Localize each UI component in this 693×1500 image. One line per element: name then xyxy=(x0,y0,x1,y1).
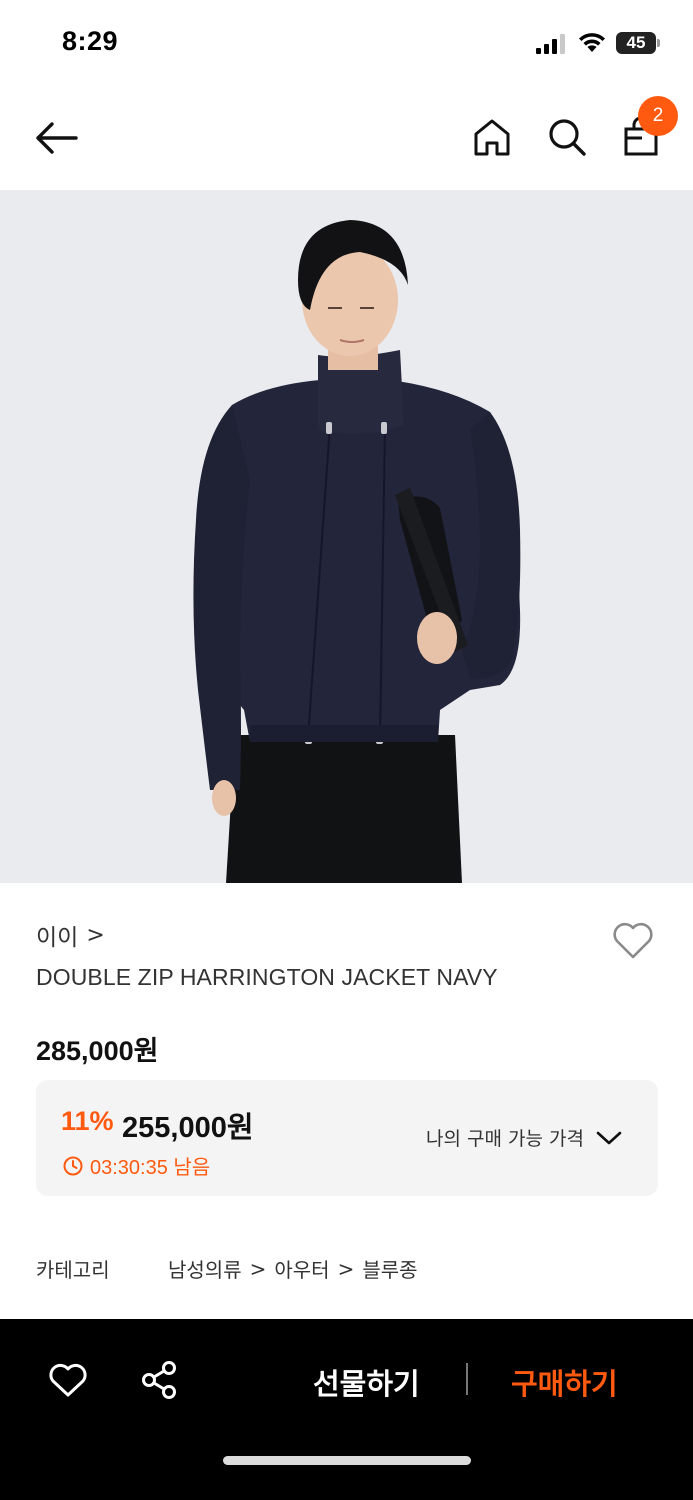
cart-count-badge: 2 xyxy=(638,96,678,136)
search-icon[interactable] xyxy=(546,116,588,158)
chevron-right-icon: > xyxy=(86,922,105,948)
top-nav: 2 xyxy=(0,88,693,190)
share-icon[interactable] xyxy=(138,1359,180,1401)
sale-price: 255,000원 xyxy=(122,1112,254,1144)
my-price-label: 나의 구매 가능 가격 xyxy=(426,1128,584,1150)
category-label: 카테고리 xyxy=(36,1258,110,1282)
product-photo-illustration xyxy=(0,190,693,883)
category-item[interactable]: 아우터 xyxy=(274,1254,329,1283)
discount-rate: 11% xyxy=(61,1106,114,1136)
original-price: 285,000원 xyxy=(36,1036,159,1066)
my-price-dropdown[interactable]: 나의 구매 가능 가격 xyxy=(426,1124,622,1151)
buy-button[interactable]: 구매하기 xyxy=(511,1361,618,1403)
category-breadcrumb: 남성의류 > 아우터 > 블루종 xyxy=(168,1254,418,1283)
category-item[interactable]: 블루종 xyxy=(362,1254,417,1283)
gift-button[interactable]: 선물하기 xyxy=(313,1361,420,1403)
arrow-left-icon[interactable] xyxy=(34,118,80,158)
home-indicator xyxy=(223,1456,471,1465)
battery-icon: 45 xyxy=(616,32,660,54)
wifi-icon xyxy=(579,33,605,52)
status-time: 8:29 xyxy=(62,26,119,56)
battery-level: 45 xyxy=(626,33,646,52)
product-title: DOUBLE ZIP HARRINGTON JACKET NAVY xyxy=(36,964,498,990)
heart-outline-icon[interactable] xyxy=(610,918,656,962)
status-bar: 8:29 45 xyxy=(0,0,693,88)
chevron-right-icon: > xyxy=(337,1256,355,1281)
countdown-timer: 03:30:35 남음 xyxy=(62,1151,210,1180)
home-icon[interactable] xyxy=(471,116,513,158)
product-image[interactable] xyxy=(0,190,693,883)
timer-text: 03:30:35 남음 xyxy=(90,1157,211,1179)
clock-icon xyxy=(63,1156,83,1175)
category-item[interactable]: 남성의류 xyxy=(168,1254,242,1283)
brand-link[interactable]: 이이 > xyxy=(36,918,105,952)
divider xyxy=(466,1363,468,1395)
category-row: 카테고리 남성의류 > 아우터 > 블루종 xyxy=(36,1254,418,1283)
chevron-right-icon: > xyxy=(249,1256,267,1281)
heart-outline-icon[interactable] xyxy=(47,1361,89,1399)
chevron-down-icon xyxy=(596,1131,622,1144)
brand-name: 이이 xyxy=(36,925,79,951)
bottom-action-bar: 선물하기 구매하기 xyxy=(0,1319,693,1500)
discount-box: 11% 255,000원 03:30:35 남음 나의 구매 가능 가격 xyxy=(36,1080,658,1196)
cellular-signal-icon xyxy=(536,34,565,54)
